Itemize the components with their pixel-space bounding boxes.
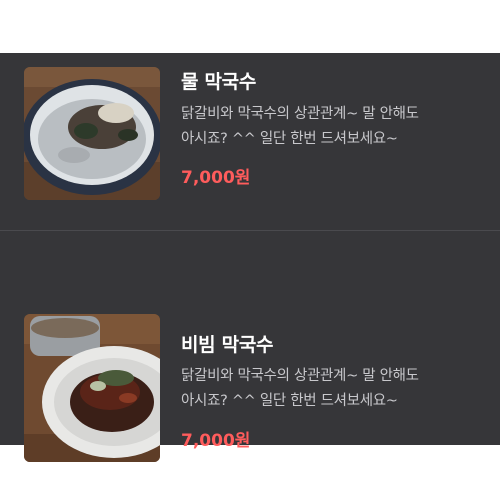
menu-item-mul-makguksu[interactable]: 물 막국수 닭갈비와 막국수의 상관관계~ 말 안해도 아시죠? ^^ 일단 한… (0, 53, 500, 230)
description-line: 아시죠? ^^ 일단 한번 드셔보세요~ (181, 393, 398, 409)
menu-item-price: 7,000원 (181, 168, 251, 188)
menu-item-description: 닭갈비와 막국수의 상관관계~ 말 안해도 아시죠? ^^ 일단 한번 드셔보세… (181, 364, 481, 414)
menu-item-description: 닭갈비와 막국수의 상관관계~ 말 안해도 아시죠? ^^ 일단 한번 드셔보세… (181, 102, 481, 152)
menu-item-name: 비빔 막국수 (181, 334, 274, 356)
bibim-makguksu-photo (24, 314, 160, 462)
menu-item-name: 물 막국수 (181, 71, 257, 93)
menu-list: 물 막국수 닭갈비와 막국수의 상관관계~ 말 안해도 아시죠? ^^ 일단 한… (0, 53, 500, 462)
menu-item-price: 7,000원 (181, 431, 251, 451)
description-line: 아시죠? ^^ 일단 한번 드셔보세요~ (181, 131, 398, 147)
description-line: 닭갈비와 막국수의 상관관계~ 말 안해도 (181, 106, 419, 122)
mul-makguksu-photo (24, 67, 160, 200)
description-line: 닭갈비와 막국수의 상관관계~ 말 안해도 (181, 368, 419, 384)
menu-item-bibim-makguksu[interactable]: 비빔 막국수 닭갈비와 막국수의 상관관계~ 말 안해도 아시죠? ^^ 일단 … (0, 231, 500, 462)
